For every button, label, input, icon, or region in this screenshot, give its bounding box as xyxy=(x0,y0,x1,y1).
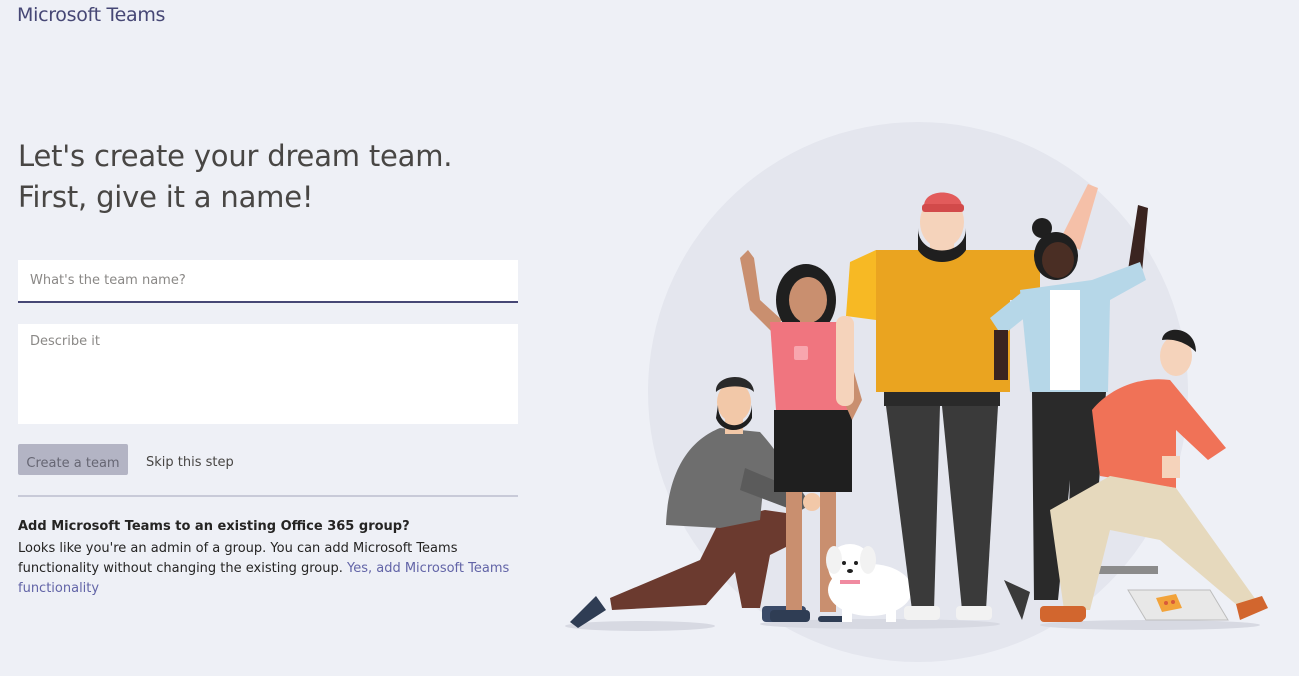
page-headline: Let's create your dream team. First, giv… xyxy=(18,139,453,214)
skip-step-link[interactable]: Skip this step xyxy=(146,455,234,470)
team-illustration xyxy=(565,122,1268,662)
section-divider xyxy=(18,495,518,497)
existing-group-title: Add Microsoft Teams to an existing Offic… xyxy=(18,519,410,534)
app-brand-title: Microsoft Teams xyxy=(17,4,166,26)
create-team-button[interactable]: Create a team xyxy=(18,444,128,475)
team-description-input[interactable] xyxy=(18,324,518,424)
existing-group-description: Looks like you're an admin of a group. Y… xyxy=(18,539,518,599)
team-name-input[interactable] xyxy=(18,260,518,303)
ground-shadow xyxy=(565,621,715,631)
